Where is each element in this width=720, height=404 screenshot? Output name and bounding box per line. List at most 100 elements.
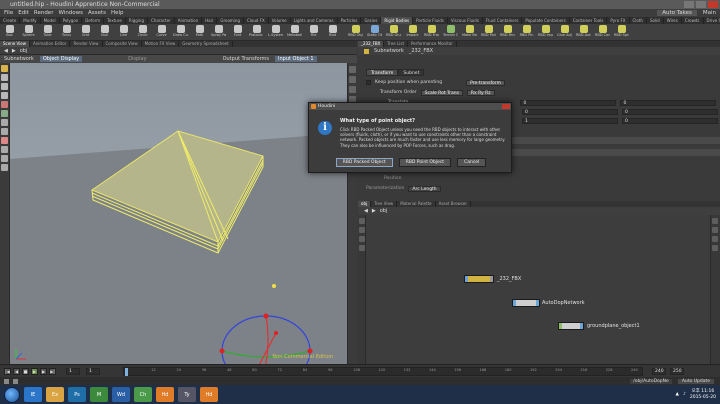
shelf-tool-metaball[interactable]: Metaball [287, 25, 302, 40]
start-button[interactable] [4, 386, 20, 403]
minimize-button[interactable] [684, 1, 694, 8]
shelf-tool-grid[interactable]: Grid [78, 25, 93, 40]
shelf-tab-hair[interactable]: Hair [202, 17, 218, 24]
shelf-tab-animation[interactable]: Animation [175, 17, 203, 24]
jump-start-button[interactable]: |◀ [4, 368, 11, 375]
timeline-bar[interactable]: 1122436486072849610812013214415616818019… [123, 367, 643, 376]
taskbar-app-ch[interactable]: Ch [134, 387, 152, 402]
taskbar-app-ps[interactable]: Ps [68, 387, 86, 402]
shelf-tab-populate-containers[interactable]: Populate Containers [522, 17, 570, 24]
clock[interactable]: 오후 11:16 2015-05-20 [690, 389, 716, 401]
node-232-fbx[interactable] [464, 275, 494, 283]
start-frame-field[interactable]: 1 [86, 368, 100, 375]
maximize-button[interactable] [696, 1, 706, 8]
jump-end-button[interactable]: ▶| [49, 368, 56, 375]
shelf-tab-viscous-fluids[interactable]: Viscous Fluids [448, 17, 483, 24]
shelf-tool-sphere[interactable]: Sphere [21, 25, 36, 40]
pre-transform-menu[interactable]: Pre-transform [466, 79, 505, 86]
shelf-tool-rbd-auto-f[interactable]: RBD Auto F [576, 25, 591, 40]
taskbar-app-ie[interactable]: IE [24, 387, 42, 402]
shelf-tool-spray-paint[interactable]: Spray Paint [211, 25, 226, 40]
current-frame-field[interactable]: 1 [66, 368, 80, 375]
display-options-icon[interactable] [349, 66, 356, 73]
rotate-x[interactable]: 0 [522, 108, 618, 115]
shelf-tab-deform[interactable]: Deform [82, 17, 105, 24]
shelf-tool-curve[interactable]: Curve [154, 25, 169, 40]
frame-icon[interactable] [712, 236, 718, 242]
rotate-z[interactable]: 0 [622, 108, 718, 115]
scale-tool-icon[interactable] [1, 92, 8, 99]
pivot-icon[interactable] [1, 146, 8, 153]
menu-render[interactable]: Render [34, 10, 54, 16]
shelf-tab-character[interactable]: Character [148, 17, 175, 24]
taskbar-app-hd[interactable]: Hd [156, 387, 174, 402]
taskbar-app-ex[interactable]: Ex [46, 387, 64, 402]
end-frame-field[interactable]: 240 [652, 368, 666, 375]
shelf-tool-rbd[interactable]: Rbd [325, 25, 340, 40]
volume-icon[interactable]: ♪ [683, 392, 686, 397]
dialog-close-button[interactable] [502, 104, 510, 109]
tab-transform[interactable]: Transform [366, 69, 399, 76]
shelf-tool-rbd-spring[interactable]: RBD Spring [614, 25, 629, 40]
tab-subnet[interactable]: Subnet [398, 69, 425, 76]
lock-icon[interactable] [13, 378, 18, 384]
cancel-button[interactable]: Cancel [457, 158, 487, 167]
shelf-tab-particles[interactable]: Particles [338, 17, 362, 24]
node-name[interactable]: _232_FBX [409, 48, 433, 54]
shelf-tool-terrain-object[interactable]: Terrain Object [443, 25, 458, 40]
shelf-tab-lights-and-cameras[interactable]: Lights and Cameras [291, 17, 338, 24]
shelf-tool-circle[interactable]: Circle [135, 25, 150, 40]
home-icon[interactable] [712, 245, 718, 251]
shelf-tool-file[interactable]: File [306, 25, 321, 40]
shelf-tool-rbd-point[interactable]: RBD Point [481, 25, 496, 40]
shelf-tab-container-tools[interactable]: Container Tools [570, 17, 608, 24]
shelf-tool-rbd-object[interactable]: RBD Object [348, 25, 363, 40]
shelf-tool-make-breakable[interactable]: Make Breakable [462, 25, 477, 40]
zoom-icon[interactable] [712, 218, 718, 224]
shelf-tool-glue-adjacent[interactable]: Glue Adjacent [557, 25, 572, 40]
shelf-tool-platonic-solids[interactable]: Platonic Solids [249, 25, 264, 40]
snap-tool-icon[interactable] [1, 128, 8, 135]
shelf-tool-path[interactable]: Path [192, 25, 207, 40]
node-groundplane[interactable] [558, 322, 584, 330]
shelf-tool-l-system[interactable]: L-System [268, 25, 283, 40]
display-mode[interactable]: Display [128, 56, 146, 62]
shelf-tool-null[interactable]: Null [97, 25, 112, 40]
translate-z[interactable]: 0 [620, 99, 717, 106]
shaded-icon[interactable] [349, 86, 356, 93]
shelf-tool-rbd-glue[interactable]: RBD Glue [386, 25, 401, 40]
menu-assets[interactable]: Assets [88, 10, 106, 16]
shelf-tab-fluid-containers[interactable]: Fluid Containers [483, 17, 523, 24]
shelf-tab-modify[interactable]: Modify [20, 17, 41, 24]
shelf-tab-pyro-fx[interactable]: Pyro FX [607, 17, 630, 24]
back-icon[interactable]: ◀ [4, 48, 8, 54]
timeline-cursor[interactable] [125, 368, 128, 376]
color-icon[interactable] [359, 245, 365, 251]
taskbar-app-m[interactable]: M [90, 387, 108, 402]
key-icon[interactable] [4, 378, 9, 384]
taskbar-app-hd[interactable]: Hd [200, 387, 218, 402]
taskbar-app-ty[interactable]: Ty [178, 387, 196, 402]
shelf-tab-polygon[interactable]: Polygon [60, 17, 83, 24]
keep-position-checkbox[interactable] [366, 80, 371, 85]
scale-x[interactable]: 1 [522, 117, 618, 124]
wireframe-icon[interactable] [349, 76, 356, 83]
shelf-tool-box[interactable]: Box [2, 25, 17, 40]
desktop-select[interactable]: Main [703, 10, 716, 16]
shelf-tool-tube[interactable]: Tube [40, 25, 55, 40]
magnet-icon[interactable] [1, 137, 8, 144]
move-tool-icon[interactable] [1, 74, 8, 81]
shelf-tool-rbd-pin[interactable]: RBD Pin [519, 25, 534, 40]
network-icon[interactable]: ▲ [676, 392, 679, 397]
auto-update-menu[interactable]: Auto Update [677, 378, 714, 384]
shelf-tool-torus[interactable]: Torus [59, 25, 74, 40]
shelf-tab-texture[interactable]: Texture [104, 17, 126, 24]
auto-takes-button[interactable]: Auto Takes [657, 10, 697, 16]
transform-order-menu[interactable]: Scale Rot Trans [420, 89, 463, 96]
shelf-tab-grains[interactable]: Grains [361, 17, 382, 24]
handle-tool-icon[interactable] [1, 101, 8, 108]
shelf-tab-cloth[interactable]: Cloth [630, 17, 647, 24]
layout-icon[interactable] [359, 227, 365, 233]
viewport-path[interactable]: obj [20, 48, 28, 54]
shelf-tool-rbd-cone-t[interactable]: RBD Cone T [595, 25, 610, 40]
